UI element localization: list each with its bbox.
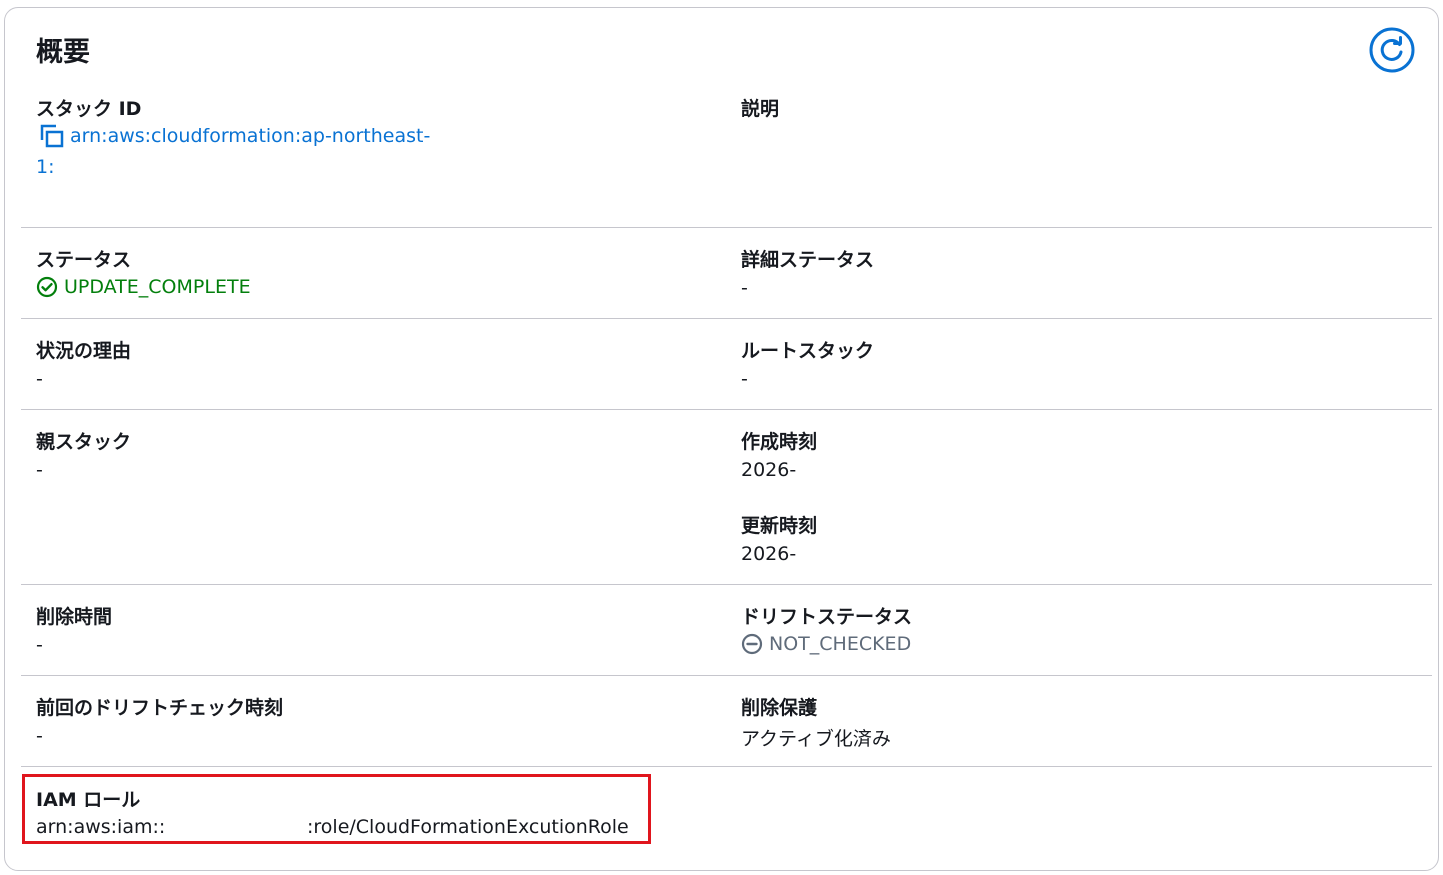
panel-title: 概要 — [36, 37, 90, 68]
success-check-icon — [36, 276, 58, 298]
row-divider — [21, 318, 1432, 319]
termination-protection-value: アクティブ化済み — [741, 728, 891, 750]
drift-status-label: ドリフトステータス — [741, 606, 913, 628]
row-divider — [21, 584, 1432, 585]
status-reason-value: - — [36, 368, 43, 390]
row-divider — [21, 675, 1432, 676]
termination-protection-label: 削除保護 — [741, 697, 818, 719]
copy-icon[interactable] — [40, 124, 64, 148]
not-checked-icon — [741, 633, 763, 655]
created-time-value: 2026- — [741, 459, 797, 481]
root-stack-value: - — [741, 368, 748, 390]
drift-status-value: NOT_CHECKED — [741, 633, 911, 655]
iam-role-highlight-box — [22, 774, 651, 844]
stack-id-value[interactable]: arn:aws:cloudformation:ap-northeast- — [40, 124, 430, 148]
row-divider — [21, 227, 1432, 228]
row-divider — [21, 409, 1432, 410]
stack-id-arn[interactable]: arn:aws:cloudformation:ap-northeast- — [70, 125, 430, 147]
created-time-label: 作成時刻 — [741, 431, 818, 453]
status-text: UPDATE_COMPLETE — [64, 276, 251, 298]
stack-id-label: スタック ID — [36, 98, 142, 120]
description-label: 説明 — [741, 98, 780, 120]
drift-status-text: NOT_CHECKED — [769, 633, 912, 655]
updated-time-value: 2026- — [741, 543, 797, 565]
status-label: ステータス — [36, 249, 132, 271]
last-drift-check-label: 前回のドリフトチェック時刻 — [36, 697, 284, 719]
last-drift-check-value: - — [36, 725, 43, 747]
status-reason-label: 状況の理由 — [36, 340, 132, 362]
detailed-status-label: 詳細ステータス — [741, 249, 875, 271]
detailed-status-value: - — [741, 277, 748, 299]
updated-time-label: 更新時刻 — [741, 515, 818, 537]
deletion-time-value: - — [36, 634, 43, 656]
stack-id-arn-line2[interactable]: 1: — [36, 156, 55, 178]
row-divider — [21, 766, 1432, 767]
root-stack-label: ルートスタック — [741, 340, 875, 362]
status-value: UPDATE_COMPLETE — [36, 276, 251, 298]
refresh-icon[interactable] — [1369, 27, 1415, 73]
deletion-time-label: 削除時間 — [36, 606, 113, 628]
parent-stack-label: 親スタック — [36, 431, 132, 453]
parent-stack-value: - — [36, 459, 43, 481]
